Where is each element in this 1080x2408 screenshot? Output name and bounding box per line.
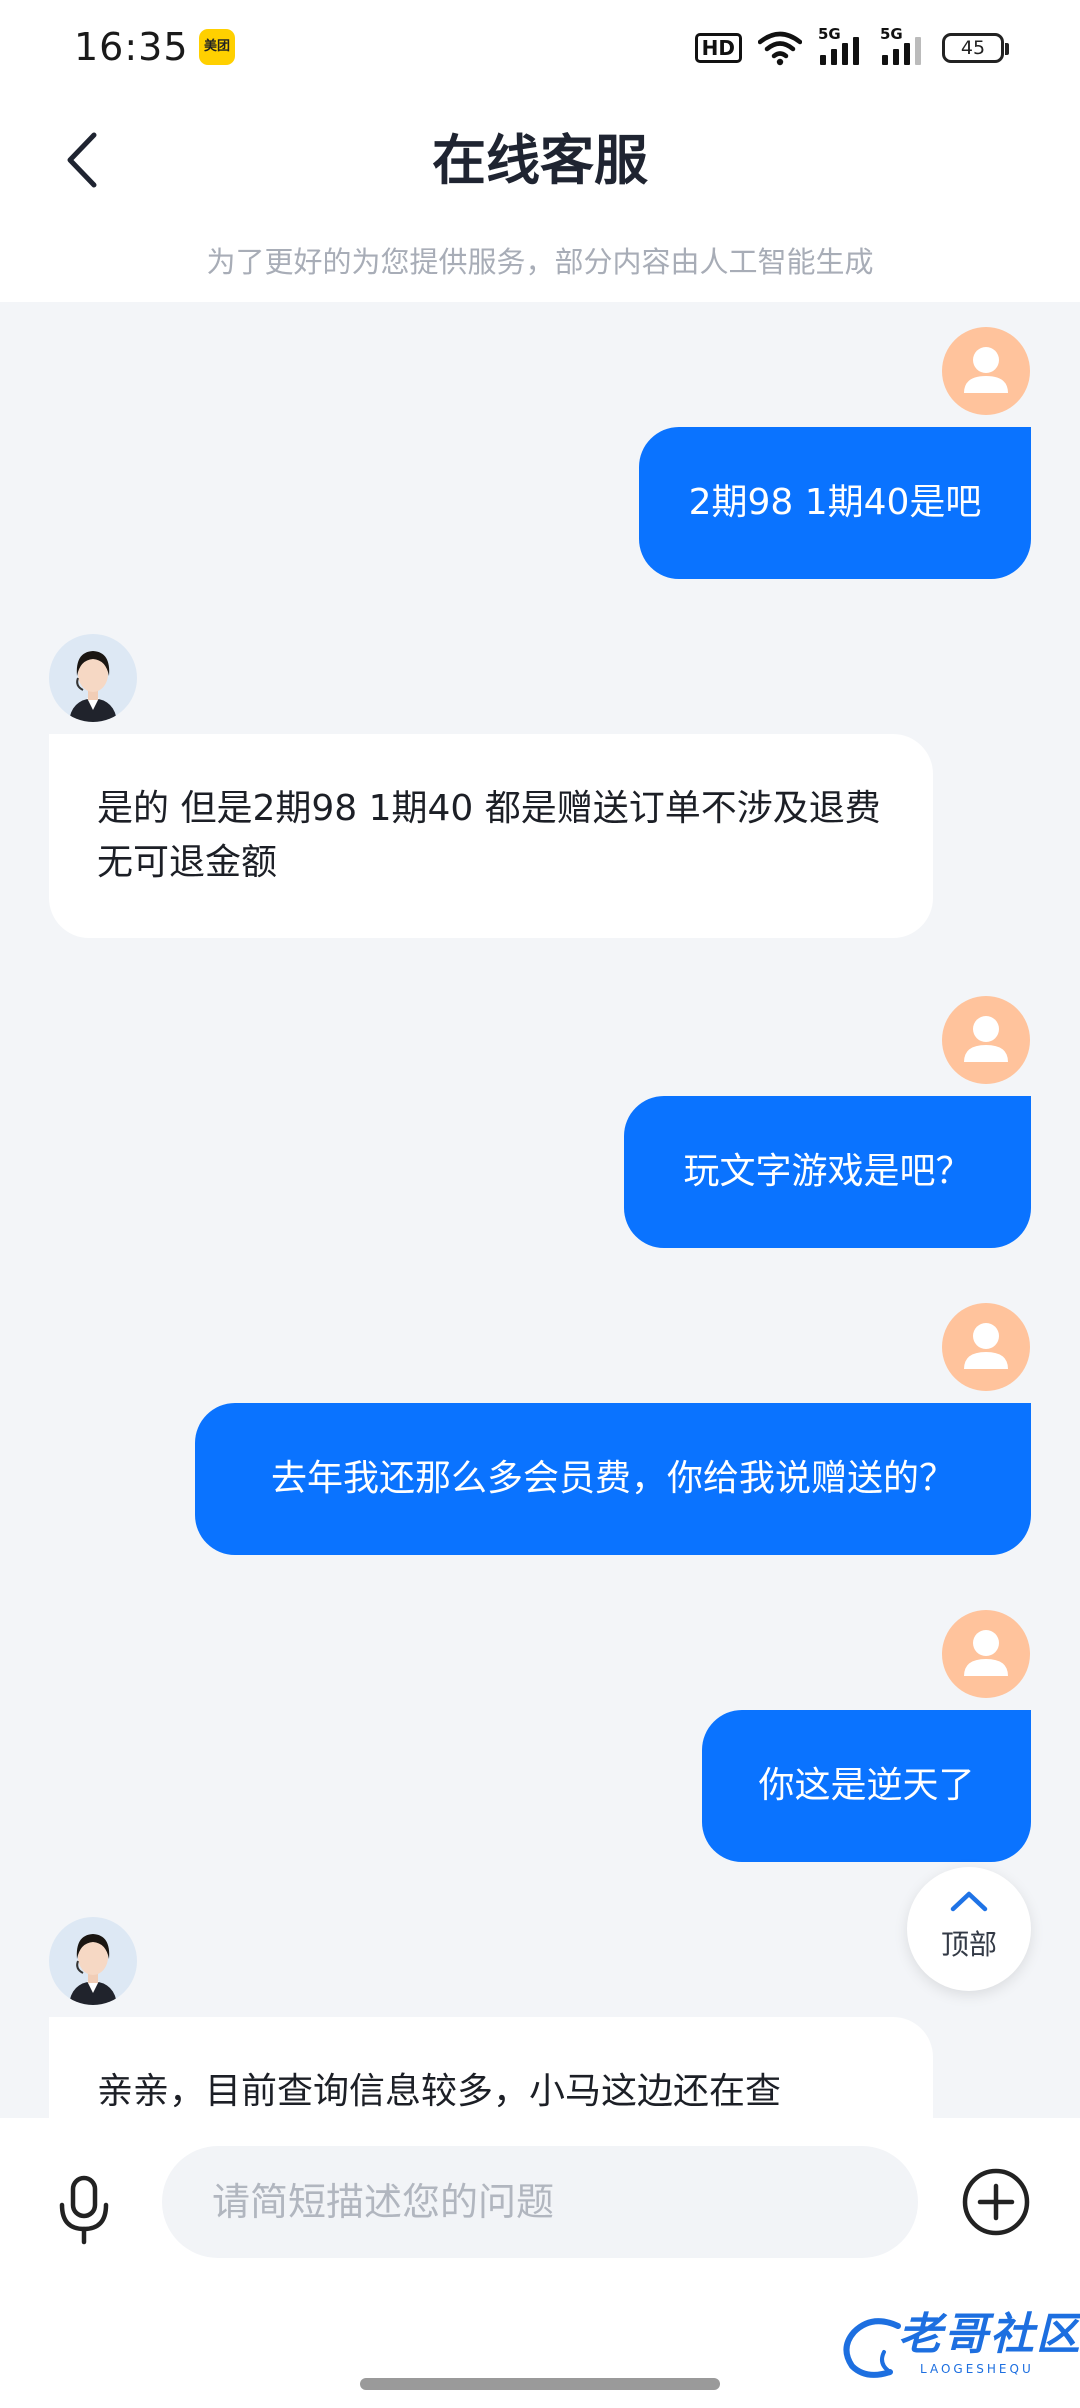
user-message: 去年我还那么多会员费，你给我说赠送的？: [195, 1403, 1031, 1555]
message-text: 是的 但是2期98 1期40 都是赠送订单不涉及退费 无可退金额: [97, 788, 881, 883]
microphone-icon: [59, 2175, 109, 2245]
header: 在线客服 为了更好的为您提供服务，部分内容由人工智能生成: [0, 96, 1080, 302]
meituan-notification-icon: 美团: [199, 29, 235, 65]
user-message: 玩文字游戏是吧？: [624, 1096, 1031, 1248]
user-avatar: [942, 996, 1030, 1084]
user-avatar: [942, 327, 1030, 415]
agent-avatar: [49, 634, 137, 722]
watermark-text: 老哥社区: [898, 2309, 1080, 2360]
customer-service-agent-icon: [69, 1934, 117, 2005]
message-text: 亲亲，目前查询信息较多，小马这边还在查: [97, 2071, 782, 2112]
chevron-up-icon: [950, 1891, 988, 1912]
more-options-button[interactable]: [960, 2166, 1032, 2238]
person-icon: [964, 1016, 1008, 1062]
input-bar: 老哥社区 LAOGESHEQU: [0, 2118, 1080, 2408]
battery-icon: 45: [942, 33, 1009, 63]
watermark-subtext: LAOGESHEQU: [920, 2362, 1034, 2376]
scroll-to-top-label: 顶部: [940, 1928, 997, 1961]
cellular-signal-1-icon: 5G: [818, 25, 864, 69]
person-icon: [964, 1630, 1008, 1676]
message-input[interactable]: [162, 2146, 918, 2258]
wifi-icon: [758, 31, 802, 66]
status-icons: HD 5G 5G 45: [694, 25, 1009, 70]
user-message: 你这是逆天了: [702, 1710, 1031, 1862]
message-text: 你这是逆天了: [758, 1765, 975, 1806]
message-text: 玩文字游戏是吧？: [683, 1151, 972, 1192]
agent-message: 是的 但是2期98 1期40 都是赠送订单不涉及退费 无可退金额: [49, 734, 933, 938]
status-bar: 16:35 美团 HD 5G 5G 45: [0, 0, 1080, 96]
agent-avatar: [49, 1917, 137, 2005]
agent-message: 亲亲，目前查询信息较多，小马这边还在查: [49, 2017, 933, 2118]
user-message: 2期98 1期40是吧: [639, 427, 1031, 579]
scroll-to-top-button[interactable]: 顶部: [907, 1867, 1031, 1991]
customer-service-agent-icon: [69, 651, 117, 722]
status-time: 16:35: [74, 25, 189, 69]
user-avatar: [942, 1610, 1030, 1698]
person-icon: [964, 347, 1008, 393]
person-icon: [964, 1323, 1008, 1369]
message-text: 去年我还那么多会员费，你给我说赠送的？: [270, 1458, 955, 1499]
voice-input-button[interactable]: [48, 2158, 120, 2262]
hd-voice-icon: HD: [694, 33, 742, 63]
ai-disclaimer: 为了更好的为您提供服务，部分内容由人工智能生成: [206, 245, 874, 279]
user-avatar: [942, 1303, 1030, 1391]
page-title: 在线客服: [432, 129, 648, 192]
plus-circle-icon: [962, 2168, 1030, 2236]
watermark-logo: 老哥社区 LAOGESHEQU: [838, 2306, 1080, 2388]
cellular-signal-2-icon: 5G: [880, 25, 926, 69]
message-text: 2期98 1期40是吧: [688, 482, 982, 523]
chat-messages[interactable]: 2期98 1期40是吧 是的 但是2期98 1期40 都是赠送订单不涉及退费 无…: [0, 302, 1080, 2118]
home-indicator[interactable]: [360, 2378, 720, 2390]
